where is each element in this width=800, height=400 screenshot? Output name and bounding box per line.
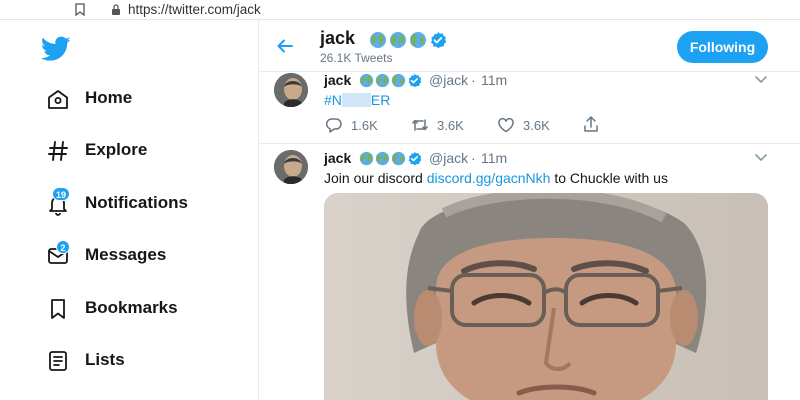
tweet-count: 26.1K Tweets [320, 51, 393, 65]
sidebar-item-label: Home [85, 88, 133, 107]
sidebar-item-explore[interactable]: Explore [40, 131, 250, 171]
avatar[interactable] [274, 73, 308, 107]
verified-badge-icon [431, 32, 447, 48]
tweet-author-name[interactable]: jack [324, 72, 351, 88]
meta-separator: · [471, 72, 476, 88]
bookmark-page-icon[interactable] [75, 3, 85, 16]
tweet-author-badges [359, 73, 422, 88]
globe-emoji-icon [410, 32, 426, 48]
sidebar-item-notifications[interactable]: 19 Notifications [40, 184, 250, 224]
avatar-photo [274, 73, 308, 107]
like-count: 3.6K [523, 117, 550, 133]
browser-url-bar[interactable]: https://twitter.com/jack [0, 0, 800, 20]
sidebar-item-label: Lists [85, 350, 125, 369]
notifications-badge: 19 [52, 187, 71, 201]
share-button[interactable] [582, 115, 600, 133]
retweet-button[interactable]: 3.6K [411, 116, 464, 134]
chevron-down-icon[interactable] [755, 76, 767, 84]
meta-separator: · [471, 150, 476, 166]
home-icon [48, 90, 68, 109]
lock-icon [112, 4, 120, 15]
sidebar-item-bookmarks[interactable]: Bookmarks [40, 289, 250, 329]
sidebar-item-lists[interactable]: Lists [40, 341, 250, 381]
following-button[interactable]: Following [677, 31, 768, 63]
globe-emoji-icon [359, 151, 374, 166]
redaction-block [341, 93, 371, 107]
address-text[interactable]: https://twitter.com/jack [128, 2, 261, 17]
tweet-author-badges [359, 151, 422, 166]
discord-link[interactable]: discord.gg/gacnNkh [427, 170, 551, 186]
globe-emoji-icon [370, 32, 386, 48]
photo-image [324, 193, 768, 400]
like-button[interactable]: 3.6K [497, 116, 550, 134]
tweet-author-handle[interactable]: @jack [429, 150, 468, 166]
hashtag-link-start[interactable]: #N [324, 92, 342, 108]
hashtag-icon [48, 141, 68, 161]
avatar-photo [274, 150, 308, 184]
back-arrow-icon[interactable] [276, 37, 294, 55]
tweet-author-handle[interactable]: @jack [429, 72, 468, 88]
tweet-timestamp[interactable]: 11m [481, 72, 507, 88]
messages-badge: 2 [56, 240, 70, 254]
globe-emoji-icon [390, 32, 406, 48]
verified-badge-icon [408, 151, 422, 166]
tweet-media-photo[interactable] [324, 193, 768, 400]
globe-emoji-icon [375, 151, 390, 166]
sidebar-item-label: Messages [85, 245, 167, 264]
sidebar-item-home[interactable]: Home [40, 79, 250, 119]
chevron-down-icon[interactable] [755, 154, 767, 162]
heart-icon [498, 117, 514, 133]
hashtag-link-end[interactable]: ER [371, 92, 390, 108]
tweet-text: #N ER [324, 92, 390, 108]
tweet-text: Join our discord discord.gg/gacnNkh to C… [324, 170, 668, 186]
twitter-logo-icon[interactable] [41, 36, 71, 62]
profile-name: jack [320, 28, 356, 48]
tweet-separator [259, 143, 800, 144]
globe-emoji-icon [391, 73, 406, 88]
globe-emoji-icon [391, 151, 406, 166]
reply-button[interactable]: 1.6K [325, 116, 378, 134]
profile-badges [369, 30, 447, 50]
avatar[interactable] [274, 150, 308, 184]
sidebar-item-messages[interactable]: 2 Messages [40, 236, 250, 276]
retweet-count: 3.6K [437, 117, 464, 133]
globe-emoji-icon [375, 73, 390, 88]
globe-emoji-icon [359, 73, 374, 88]
tweet-author-name[interactable]: jack [324, 150, 351, 166]
list-icon [49, 351, 67, 371]
sidebar-item-label: Bookmarks [85, 298, 178, 317]
tweet-timestamp[interactable]: 11m [481, 150, 507, 166]
reply-count: 1.6K [351, 117, 378, 133]
column-divider [258, 20, 259, 400]
retweet-icon [412, 119, 428, 131]
tweet-text-after: to Chuckle with us [550, 170, 668, 186]
reply-icon [325, 118, 342, 133]
share-icon [584, 116, 598, 132]
tweet-text-before: Join our discord [324, 170, 427, 186]
sidebar-item-label: Explore [85, 140, 148, 159]
sidebar-item-label: Notifications [85, 193, 188, 212]
bookmark-icon [51, 299, 65, 319]
verified-badge-icon [408, 73, 422, 88]
